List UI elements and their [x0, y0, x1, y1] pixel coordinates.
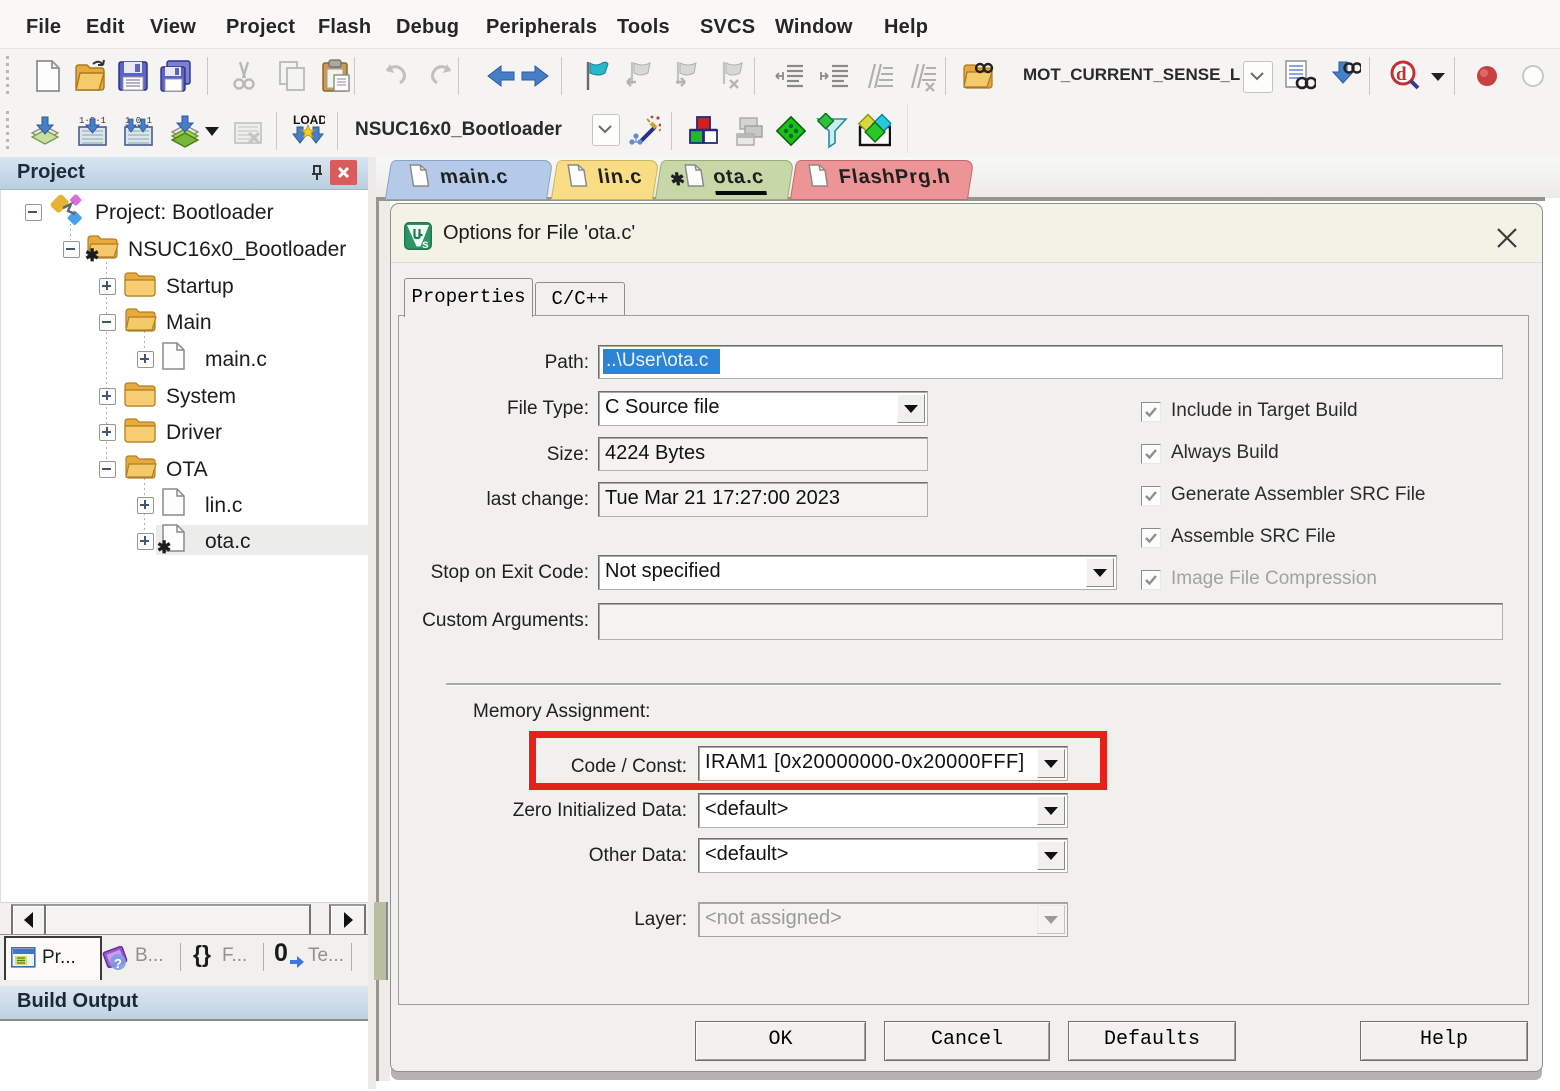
svg-text:?: ?: [114, 956, 122, 971]
svg-text:d: d: [1396, 64, 1407, 85]
svg-text:LOAD: LOAD: [293, 113, 325, 127]
svg-text:s: s: [422, 237, 429, 250]
